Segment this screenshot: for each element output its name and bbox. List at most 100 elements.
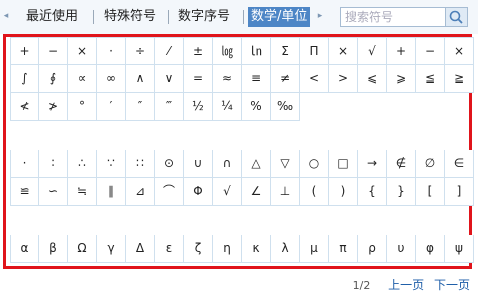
symbol-cell[interactable]: [ <box>416 178 445 206</box>
search-icon[interactable] <box>445 8 467 26</box>
symbol-cell[interactable]: < <box>300 65 329 93</box>
symbol-cell[interactable]: η <box>213 235 242 263</box>
symbol-cell[interactable]: ∫ <box>10 65 39 93</box>
symbol-cell[interactable]: ∩ <box>213 150 242 178</box>
symbol-cell[interactable]: ° <box>68 93 97 121</box>
symbol-cell[interactable]: ⩽ <box>358 65 387 93</box>
symbol-cell[interactable]: ⊿ <box>126 178 155 206</box>
symbol-cell[interactable]: ∶ <box>39 150 68 178</box>
symbol-cell[interactable]: Ω <box>68 235 97 263</box>
symbol-cell[interactable]: × <box>445 37 474 65</box>
symbol-cell[interactable]: ∷ <box>126 150 155 178</box>
symbol-cell[interactable]: = <box>184 65 213 93</box>
symbol-cell[interactable]: ∧ <box>126 65 155 93</box>
symbol-cell[interactable]: ″ <box>126 93 155 121</box>
symbol-cell[interactable]: √ <box>358 37 387 65</box>
symbol-cell[interactable]: − <box>39 37 68 65</box>
tab-recent[interactable]: 最近使用 <box>26 7 78 27</box>
symbol-cell[interactable]: π <box>329 235 358 263</box>
symbol-cell[interactable]: ∴ <box>68 150 97 178</box>
tab-scroll-right-icon[interactable]: ▸ <box>316 9 324 23</box>
symbol-cell[interactable]: ∵ <box>97 150 126 178</box>
symbol-cell[interactable]: ≈ <box>213 65 242 93</box>
symbol-cell[interactable]: ) <box>329 178 358 206</box>
symbol-cell[interactable]: ∽ <box>39 178 68 206</box>
symbol-cell[interactable]: ∠ <box>242 178 271 206</box>
symbol-cell[interactable]: > <box>329 65 358 93</box>
symbol-cell[interactable]: ㏑ <box>242 37 271 65</box>
symbol-cell[interactable]: ∞ <box>97 65 126 93</box>
symbol-cell[interactable]: γ <box>97 235 126 263</box>
symbol-cell[interactable]: ‰ <box>271 93 300 121</box>
symbol-cell[interactable]: ≯ <box>39 93 68 121</box>
symbol-cell[interactable]: λ <box>271 235 300 263</box>
symbol-cell[interactable]: ‴ <box>155 93 184 121</box>
next-page-link[interactable]: 下一页 <box>434 278 470 292</box>
symbol-cell[interactable]: ⊥ <box>271 178 300 206</box>
symbol-cell[interactable]: ρ <box>358 235 387 263</box>
symbol-cell[interactable]: ∨ <box>155 65 184 93</box>
symbol-cell[interactable]: ≧ <box>445 65 474 93</box>
symbol-cell[interactable]: ε <box>155 235 184 263</box>
symbol-cell[interactable]: ≌ <box>10 178 39 206</box>
tab-math-units[interactable]: 数学/单位 <box>248 7 311 27</box>
symbol-cell[interactable]: □ <box>329 150 358 178</box>
symbol-cell[interactable]: ∈ <box>445 150 474 178</box>
symbol-cell[interactable]: ≒ <box>68 178 97 206</box>
symbol-cell[interactable]: ㏒ <box>213 37 242 65</box>
symbol-cell[interactable]: } <box>387 178 416 206</box>
symbol-cell[interactable]: ∉ <box>387 150 416 178</box>
symbol-cell[interactable]: √ <box>213 178 242 206</box>
symbol-cell[interactable]: × <box>329 37 358 65</box>
symbol-cell[interactable]: κ <box>242 235 271 263</box>
tab-special-symbols[interactable]: 特殊符号 <box>104 7 156 27</box>
symbol-cell[interactable]: ψ <box>445 235 474 263</box>
symbol-cell[interactable]: ≠ <box>271 65 300 93</box>
symbol-cell[interactable]: φ <box>416 235 445 263</box>
symbol-cell[interactable]: α <box>10 235 39 263</box>
symbol-cell[interactable]: ½ <box>184 93 213 121</box>
symbol-cell[interactable]: ∮ <box>39 65 68 93</box>
symbol-cell[interactable]: · <box>10 150 39 178</box>
tab-scroll-left-icon[interactable]: ◂ <box>2 9 10 23</box>
symbol-cell[interactable]: Σ <box>271 37 300 65</box>
symbol-cell[interactable]: ○ <box>300 150 329 178</box>
symbol-cell[interactable]: · <box>97 37 126 65</box>
symbol-search-input[interactable] <box>341 8 445 26</box>
symbol-cell[interactable]: ¼ <box>213 93 242 121</box>
symbol-cell[interactable]: ⊙ <box>155 150 184 178</box>
symbol-cell[interactable]: ± <box>184 37 213 65</box>
symbol-cell[interactable]: − <box>416 37 445 65</box>
symbol-cell[interactable]: { <box>358 178 387 206</box>
symbol-cell[interactable]: Φ <box>184 178 213 206</box>
symbol-cell[interactable]: ⩾ <box>387 65 416 93</box>
symbol-cell[interactable]: ] <box>445 178 474 206</box>
symbol-cell[interactable]: ≦ <box>416 65 445 93</box>
symbol-cell[interactable]: Π <box>300 37 329 65</box>
symbol-cell[interactable]: υ <box>387 235 416 263</box>
symbol-cell[interactable]: ⁄ <box>155 37 184 65</box>
symbol-cell[interactable]: → <box>358 150 387 178</box>
symbol-cell[interactable]: + <box>387 37 416 65</box>
symbol-cell[interactable]: ∅ <box>416 150 445 178</box>
symbol-cell[interactable]: + <box>10 37 39 65</box>
tab-number-sequence[interactable]: 数字序号 <box>178 7 230 27</box>
symbol-cell[interactable]: × <box>68 37 97 65</box>
symbol-cell[interactable]: ≡ <box>242 65 271 93</box>
symbol-cell[interactable]: ∥ <box>97 178 126 206</box>
symbol-cell[interactable]: Δ <box>126 235 155 263</box>
symbol-cell[interactable]: ∪ <box>184 150 213 178</box>
prev-page-link[interactable]: 上一页 <box>388 278 424 292</box>
symbol-cell[interactable]: ≮ <box>10 93 39 121</box>
symbol-cell[interactable]: ( <box>300 178 329 206</box>
symbol-cell[interactable]: ▽ <box>271 150 300 178</box>
symbol-cell[interactable]: △ <box>242 150 271 178</box>
symbol-cell[interactable]: % <box>242 93 271 121</box>
symbol-cell[interactable]: ⌒ <box>155 178 184 206</box>
symbol-cell[interactable]: ∝ <box>68 65 97 93</box>
symbol-cell[interactable]: ÷ <box>126 37 155 65</box>
symbol-cell[interactable]: ζ <box>184 235 213 263</box>
symbol-cell[interactable]: β <box>39 235 68 263</box>
symbol-cell[interactable]: ′ <box>97 93 126 121</box>
symbol-cell[interactable]: μ <box>300 235 329 263</box>
